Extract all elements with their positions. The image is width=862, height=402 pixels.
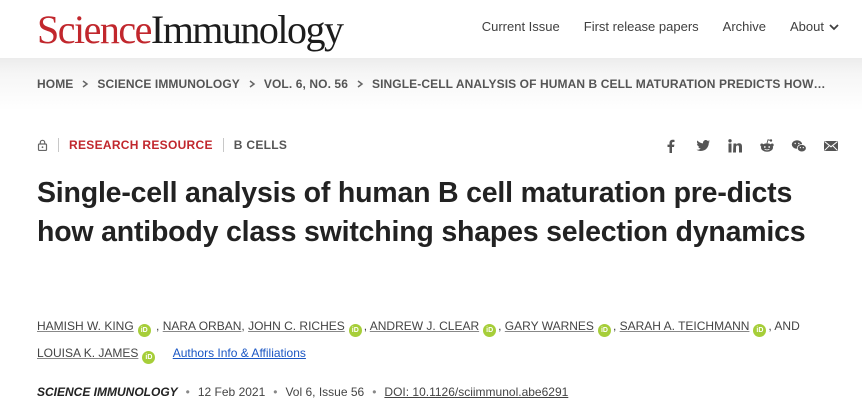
facebook-icon[interactable]	[662, 138, 680, 154]
breadcrumb-issue[interactable]: VOL. 6, NO. 56	[264, 77, 348, 91]
wechat-icon[interactable]	[790, 138, 808, 154]
breadcrumb: HOME SCIENCE IMMUNOLOGY VOL. 6, NO. 56 S…	[37, 77, 826, 91]
author-name[interactable]: SARAH A. TEICHMANN	[620, 319, 750, 333]
author-name[interactable]: JOHN C. RICHES	[248, 319, 345, 333]
author-separator: ,	[156, 319, 163, 333]
separator-dot: •	[185, 385, 190, 399]
orcid-icon[interactable]: iD	[142, 351, 156, 364]
site-logo[interactable]: ScienceImmunology	[37, 7, 344, 52]
chevron-right-icon	[81, 80, 89, 88]
orcid-icon[interactable]: iD	[597, 324, 611, 337]
breadcrumb-journal[interactable]: SCIENCE IMMUNOLOGY	[97, 77, 239, 91]
article-subject-link[interactable]: B CELLS	[234, 138, 287, 152]
chevron-right-icon	[356, 80, 364, 88]
lock-icon	[37, 139, 48, 151]
author-name[interactable]: NARA ORBAN	[163, 319, 242, 333]
orcid-icon[interactable]: iD	[137, 324, 151, 337]
author-name[interactable]: HAMISH W. KING	[37, 319, 134, 333]
logo-science: Science	[37, 7, 152, 52]
breadcrumb-current: SINGLE-CELL ANALYSIS OF HUMAN B CELL MAT…	[371, 77, 826, 91]
citation-line: SCIENCE IMMUNOLOGY • 12 Feb 2021 • Vol 6…	[37, 385, 568, 399]
separator-dot: •	[273, 385, 278, 399]
linkedin-icon[interactable]	[726, 138, 744, 154]
author-name[interactable]: LOUISA K. JAMES	[37, 346, 138, 360]
email-icon[interactable]	[822, 138, 840, 154]
citation-date: 12 Feb 2021	[197, 385, 266, 399]
author-separator: ,	[498, 319, 505, 333]
main-nav: Current Issue First release papers Archi…	[482, 19, 840, 34]
orcid-icon[interactable]: iD	[348, 324, 362, 337]
article-meta: RESEARCH RESOURCE B CELLS	[37, 138, 287, 152]
authors-info-link[interactable]: Authors Info & Affiliations	[173, 346, 306, 360]
author-name[interactable]: ANDREW J. CLEAR	[370, 319, 479, 333]
author-separator: , AND	[768, 319, 800, 333]
doi-link[interactable]: DOI: 10.1126/sciimmunol.abe6291	[384, 385, 568, 399]
author-separator: ,	[612, 319, 620, 333]
author-name[interactable]: GARY WARNES	[505, 319, 594, 333]
author-list: HAMISH W. KING iD , NARA ORBAN, JOHN C. R…	[37, 313, 817, 367]
citation-volume: Vol 6, Issue 56	[285, 385, 365, 399]
divider	[222, 138, 224, 152]
orcid-icon[interactable]: iD	[483, 324, 497, 337]
orcid-icon[interactable]: iD	[753, 324, 767, 337]
article-type-link[interactable]: RESEARCH RESOURCE	[69, 138, 213, 152]
chevron-right-icon	[248, 80, 256, 88]
site-header: ScienceImmunology Current Issue First re…	[0, 0, 862, 58]
nav-first-release-papers[interactable]: First release papers	[584, 19, 699, 34]
logo-immunology: Immunology	[150, 7, 344, 52]
divider	[58, 138, 59, 152]
nav-about[interactable]: About	[790, 19, 840, 34]
article-title: Single-cell analysis of human B cell mat…	[37, 177, 806, 248]
nav-current-issue[interactable]: Current Issue	[482, 19, 560, 34]
chevron-down-icon	[829, 23, 839, 30]
nav-about-label: About	[790, 19, 824, 34]
breadcrumb-home[interactable]: HOME	[37, 77, 73, 91]
separator-dot: •	[372, 385, 377, 399]
reddit-icon[interactable]	[758, 138, 776, 154]
twitter-icon[interactable]	[694, 138, 712, 154]
citation-journal: SCIENCE IMMUNOLOGY	[37, 385, 178, 399]
share-bar	[662, 138, 840, 154]
nav-archive[interactable]: Archive	[723, 19, 766, 34]
